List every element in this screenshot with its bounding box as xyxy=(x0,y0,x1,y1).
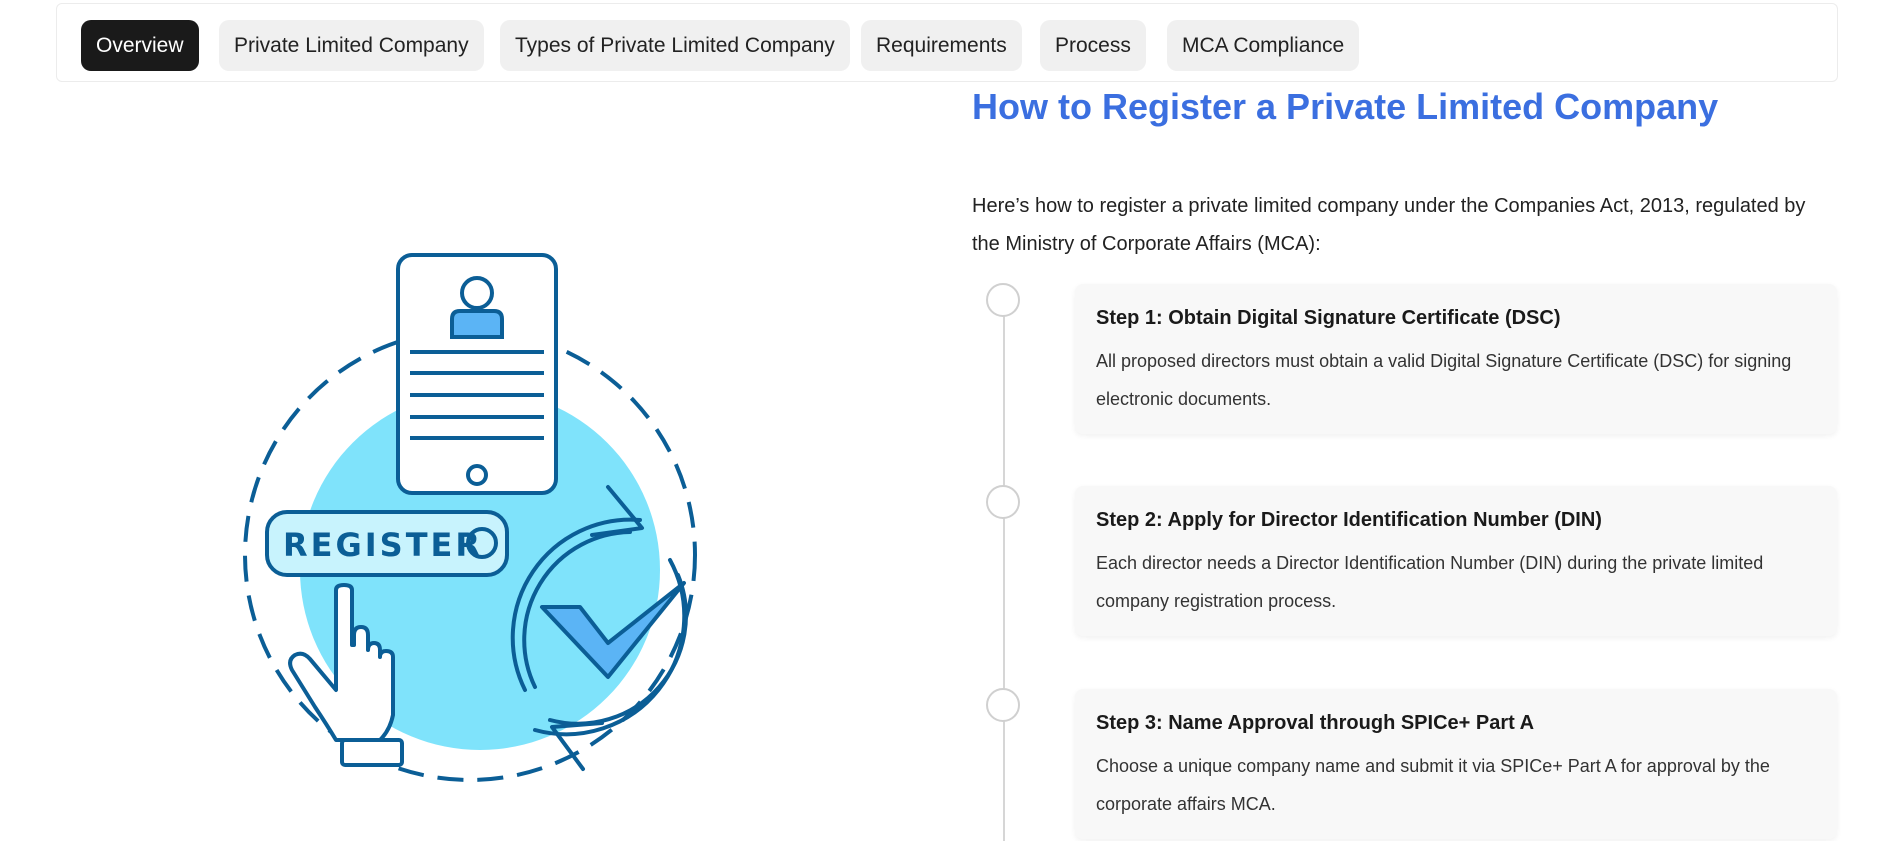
register-pill: REGISTER xyxy=(265,510,509,577)
phone-icon xyxy=(396,253,558,495)
svg-text:REGISTER: REGISTER xyxy=(283,526,483,564)
tab-overview[interactable]: Overview xyxy=(81,20,199,71)
tab-requirements[interactable]: Requirements xyxy=(861,20,1022,71)
step-card-1: Step 1: Obtain Digital Signature Certifi… xyxy=(1075,284,1837,434)
tab-private-limited-company[interactable]: Private Limited Company xyxy=(219,20,484,71)
step-description: Each director needs a Director Identific… xyxy=(1096,553,1764,611)
page-title: How to Register a Private Limited Compan… xyxy=(972,86,1719,127)
section-tab-bar: Overview Private Limited Company Types o… xyxy=(56,3,1838,82)
timeline-dot xyxy=(986,283,1020,317)
tab-mca-compliance[interactable]: MCA Compliance xyxy=(1167,20,1360,71)
step-title: Step 3: Name Approval through SPICe+ Par… xyxy=(1096,712,1535,734)
step-description: All proposed directors must obtain a val… xyxy=(1096,351,1792,409)
step-description: Choose a unique company name and submit … xyxy=(1096,756,1770,814)
step-title: Step 2: Apply for Director Identificatio… xyxy=(1096,509,1602,531)
step-title: Step 1: Obtain Digital Signature Certifi… xyxy=(1096,307,1561,329)
tab-process[interactable]: Process xyxy=(1040,20,1146,71)
timeline-dot xyxy=(986,688,1020,722)
timeline-line xyxy=(1003,300,1005,841)
timeline-dot xyxy=(986,485,1020,519)
intro-text: Here’s how to register a private limited… xyxy=(972,195,1806,255)
step-card-3: Step 3: Name Approval through SPICe+ Par… xyxy=(1075,689,1837,839)
tab-types-of-private-limited-company[interactable]: Types of Private Limited Company xyxy=(500,20,850,71)
step-card-2: Step 2: Apply for Director Identificatio… xyxy=(1075,486,1837,636)
register-illustration: REGISTER xyxy=(243,253,697,782)
